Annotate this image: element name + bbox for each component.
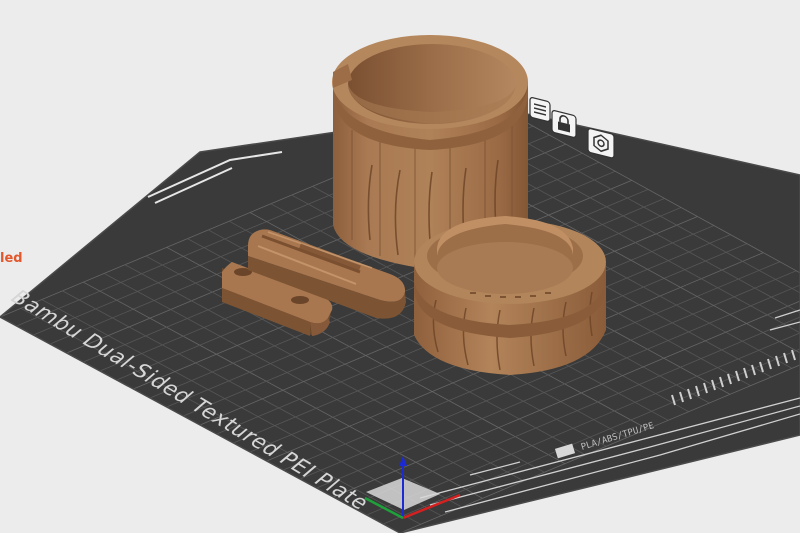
model-lid[interactable] xyxy=(414,216,606,375)
brand-label: led xyxy=(0,251,23,266)
model-lid-inner xyxy=(437,242,573,294)
scene-canvas[interactable]: Bambu Dual-Sided Textured PEI Plate led … xyxy=(0,0,800,533)
3d-viewport[interactable]: Bambu Dual-Sided Textured PEI Plate led … xyxy=(0,0,800,533)
plate-list-icon[interactable] xyxy=(529,97,551,122)
